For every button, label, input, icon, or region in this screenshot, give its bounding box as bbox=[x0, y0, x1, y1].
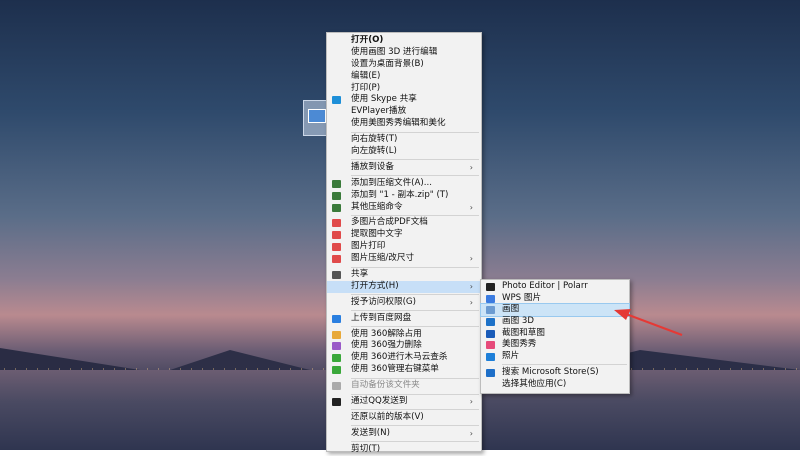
annotation-arrow bbox=[614, 309, 683, 337]
